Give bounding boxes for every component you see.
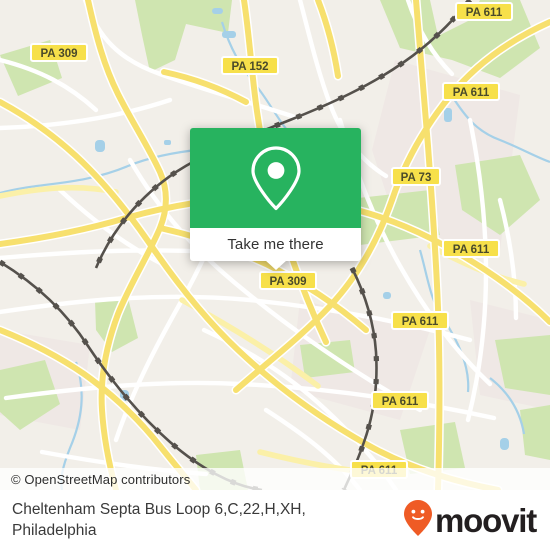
moovit-brand[interactable]: moovit [403,499,550,542]
popup-tail [264,260,287,270]
place-title-line2: Philadelphia [12,522,97,539]
popup-pin-panel [190,128,361,228]
place-title: Cheltenham Septa Bus Loop 6,C,22,H,XH, P… [0,499,306,541]
take-me-there-popup[interactable]: Take me there [190,128,361,270]
moovit-map-screenshot: PA 309 PA 152 PA 611 PA 611 PA 73 PA 611 [0,0,550,550]
map-pin-icon [250,145,302,211]
page-footer: Cheltenham Septa Bus Loop 6,C,22,H,XH, P… [0,490,550,550]
popup-cta-label: Take me there [227,236,324,253]
attribution-text: © OpenStreetMap contributors [11,471,191,487]
place-title-line1: Cheltenham Septa Bus Loop 6,C,22,H,XH, [12,501,306,518]
map-attribution: © OpenStreetMap contributors [0,468,550,490]
moovit-pin-smile-icon [403,499,433,542]
moovit-wordmark: moovit [435,501,537,539]
popup-cta[interactable]: Take me there [190,228,361,270]
